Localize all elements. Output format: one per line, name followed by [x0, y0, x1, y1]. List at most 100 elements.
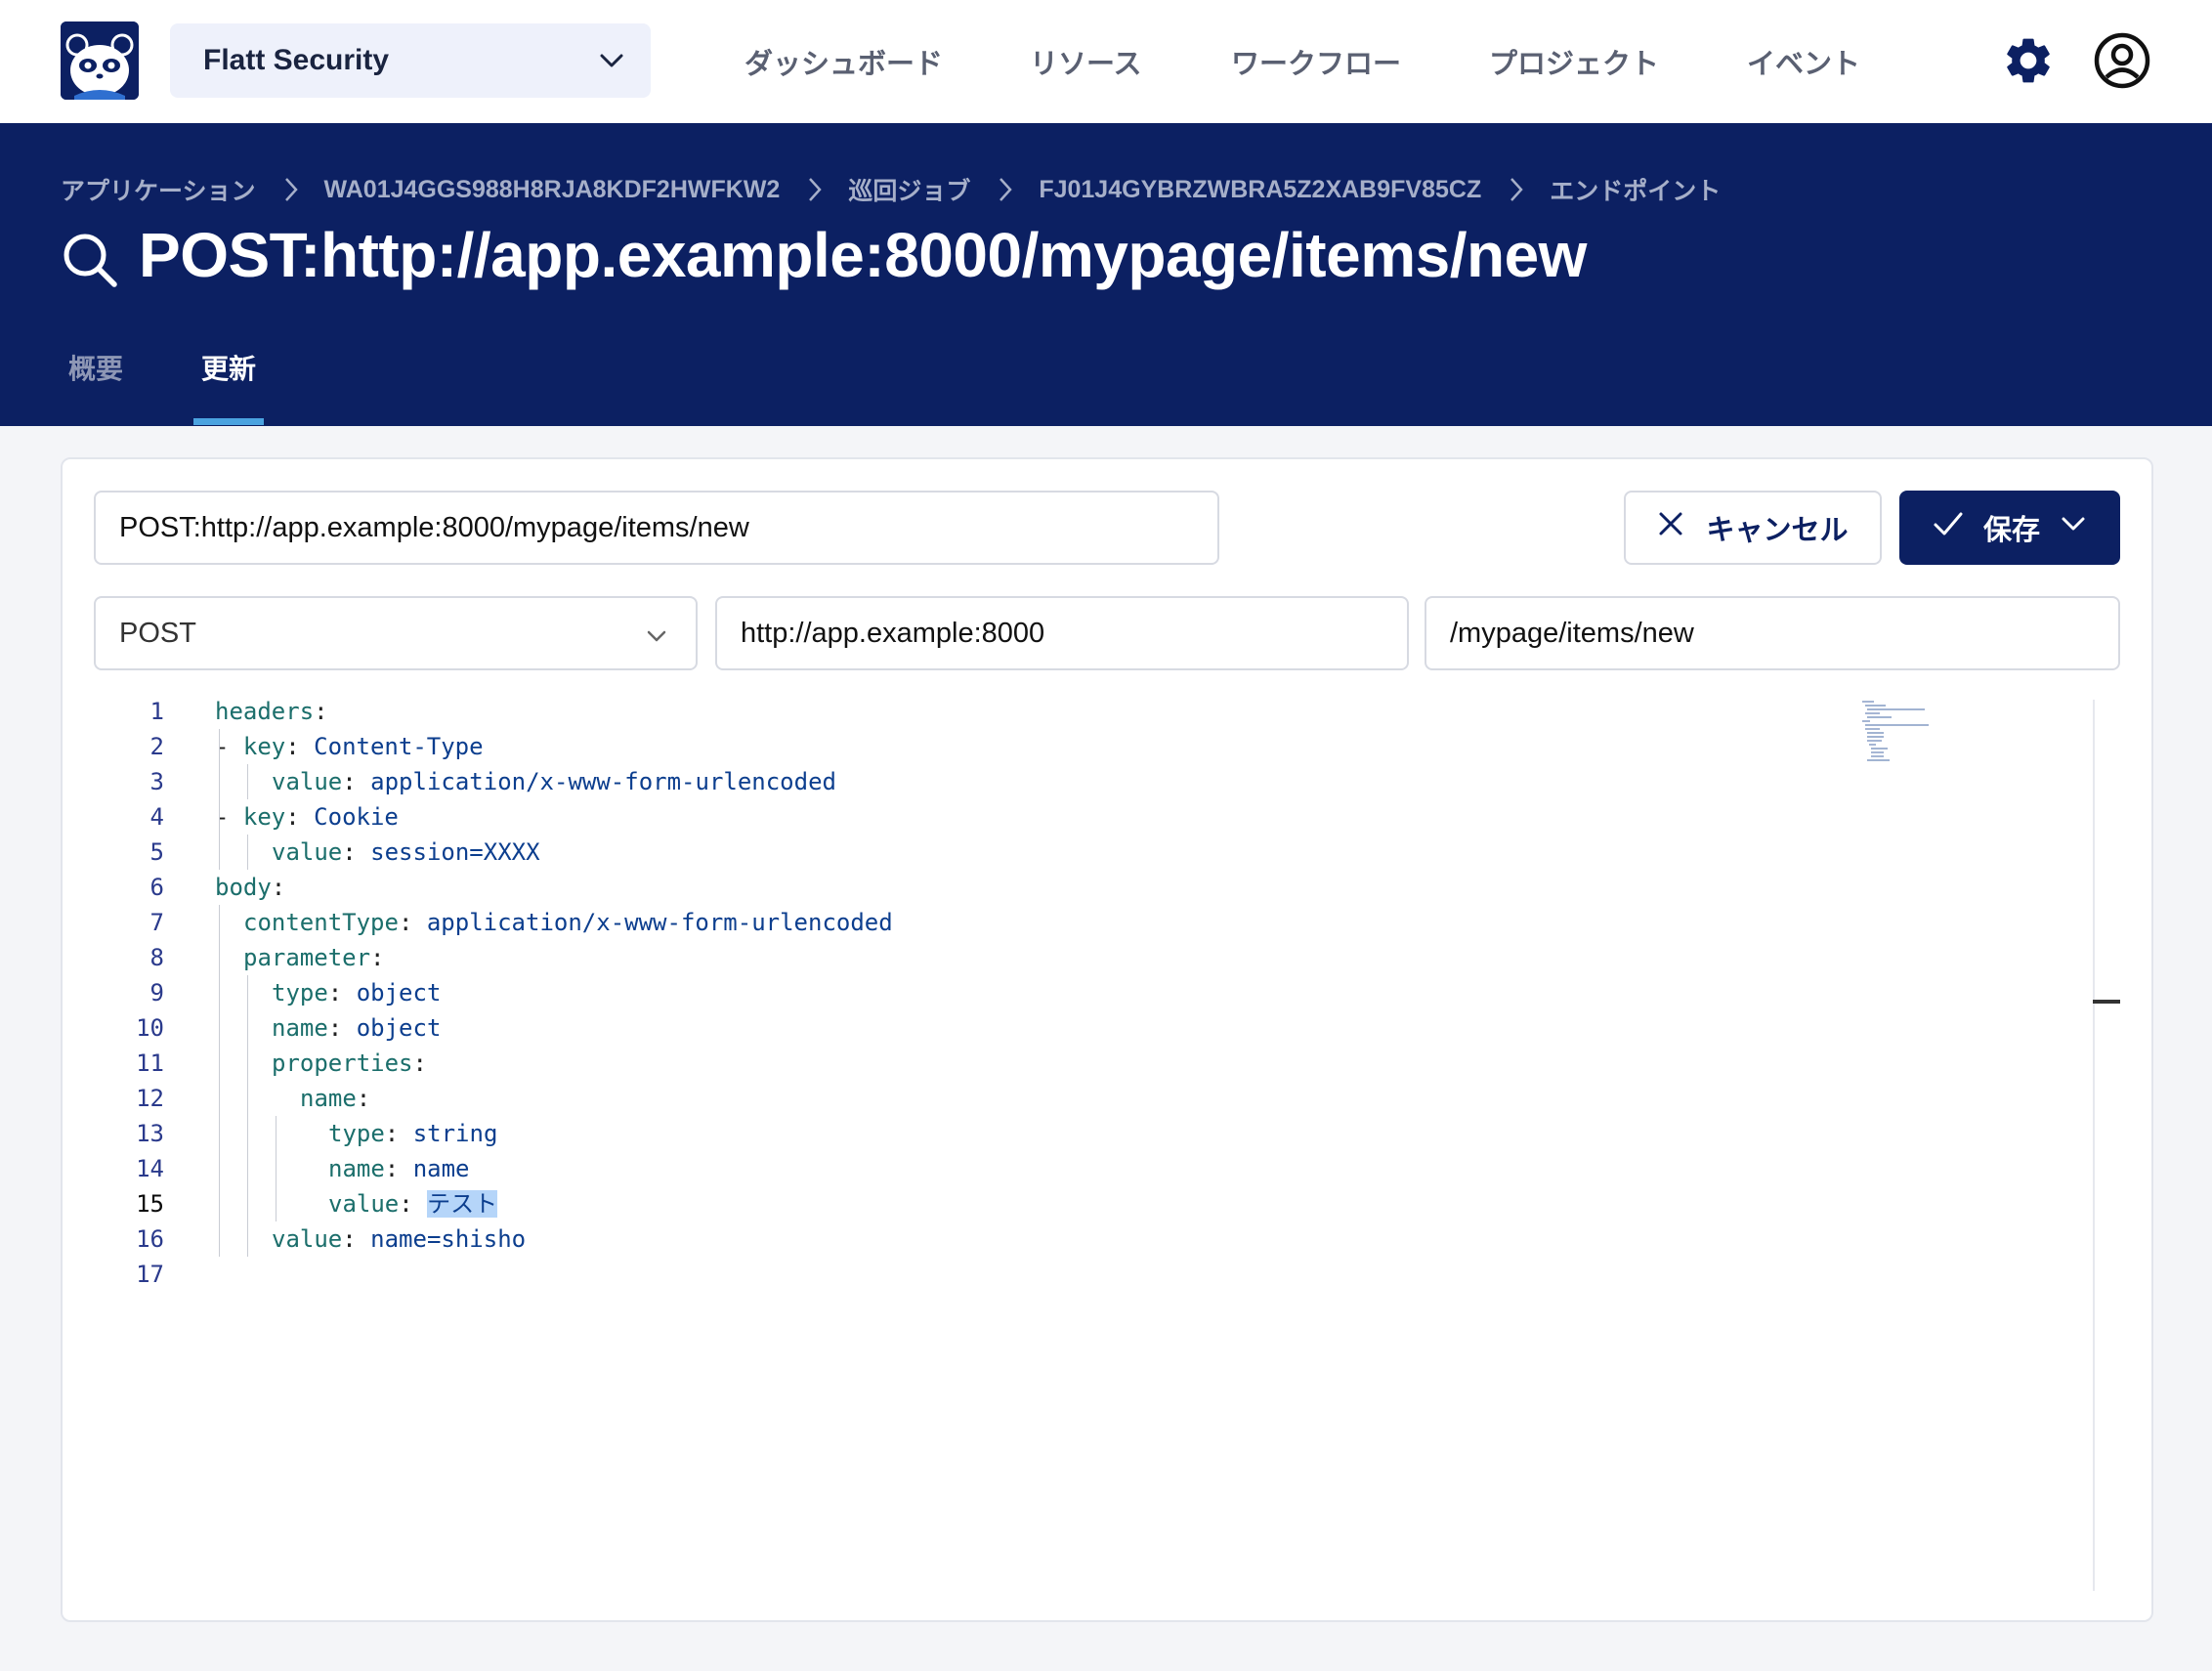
yaml-value: Content-Type: [314, 733, 484, 760]
gear-icon[interactable]: [2001, 33, 2056, 93]
code-line[interactable]: 3 value: application/x-www-form-urlencode…: [94, 764, 1852, 799]
code-text: name: name: [328, 1151, 470, 1186]
editor-cursor-marker: [2093, 1000, 2120, 1004]
active-tab-indicator: [193, 418, 264, 425]
indent-guide: [219, 905, 220, 1257]
breadcrumb-job-id[interactable]: FJ01J4GYBRZWBRA5Z2XAB9FV85CZ: [1039, 176, 1481, 204]
chevron-down-icon[interactable]: [2060, 510, 2087, 545]
yaml-key: body: [215, 874, 272, 901]
code-text: value: name=shisho: [272, 1221, 526, 1257]
yaml-key: name: [328, 1155, 385, 1182]
code-line[interactable]: 13 type: string: [94, 1116, 1852, 1151]
yaml-key: key: [242, 733, 286, 760]
yaml-key: value: [272, 1225, 343, 1253]
code-text: type: string: [328, 1116, 497, 1151]
yaml-colon: :: [399, 1190, 413, 1218]
line-number: 9: [149, 979, 164, 1007]
tab-update[interactable]: 更新: [201, 348, 256, 387]
breadcrumb: アプリケーション WA01J4GGS988H8RJA8KDF2HWFKW2 巡回…: [61, 172, 1721, 207]
line-number: 6: [149, 874, 164, 901]
code-line[interactable]: 7 contentType: application/x-www-form-url…: [94, 905, 1852, 940]
yaml-value: application/x-www-form-urlencoded: [426, 909, 893, 936]
yaml-code-editor[interactable]: 1 headers: 2 - key: Content-Type 3 value: app…: [94, 694, 2093, 1603]
nav-projects[interactable]: プロジェクト: [1489, 41, 1659, 82]
code-line[interactable]: 6 body:: [94, 870, 1852, 905]
line-number: 17: [136, 1261, 164, 1288]
method-select[interactable]: POST: [94, 596, 698, 670]
save-label: 保存: [1982, 515, 2040, 546]
breadcrumb-crawl-jobs[interactable]: 巡回ジョブ: [848, 172, 970, 207]
yaml-value: name=shisho: [370, 1225, 527, 1253]
code-text: properties:: [272, 1046, 427, 1081]
breadcrumb-endpoints[interactable]: エンドポイント: [1550, 172, 1721, 207]
code-line[interactable]: 9 type: object: [94, 975, 1852, 1010]
line-number: 16: [136, 1225, 164, 1253]
code-line[interactable]: 17: [94, 1257, 1852, 1292]
code-text: - key: Content-Type: [215, 729, 484, 764]
organization-select[interactable]: Flatt Security: [170, 23, 651, 98]
line-number: 1: [149, 698, 164, 725]
save-button[interactable]: 保存: [1899, 491, 2120, 565]
cancel-label: キャンセル: [1706, 515, 1849, 546]
user-circle-icon[interactable]: [2093, 31, 2151, 95]
tab-overview[interactable]: 概要: [68, 348, 123, 387]
yaml-colon: :: [314, 698, 328, 725]
panda-logo-icon[interactable]: [61, 21, 139, 100]
yaml-colon: :: [384, 1155, 400, 1182]
yaml-key: value: [272, 838, 343, 866]
code-text: headers:: [215, 694, 328, 729]
code-line[interactable]: 10 name: object: [94, 1010, 1852, 1046]
origin-input[interactable]: [715, 596, 1409, 670]
editor-minimap[interactable]: [1860, 700, 1978, 768]
yaml-key: value: [328, 1190, 400, 1218]
cancel-button[interactable]: キャンセル: [1624, 491, 1882, 565]
code-text: name:: [300, 1081, 370, 1116]
nav-events[interactable]: イベント: [1747, 41, 1860, 82]
yaml-colon: :: [370, 944, 385, 971]
yaml-value: application/x-www-form-urlencoded: [370, 768, 836, 795]
chevron-down-icon: [598, 47, 625, 82]
code-line[interactable]: 2 - key: Content-Type: [94, 729, 1852, 764]
yaml-colon: :: [285, 733, 300, 760]
code-line[interactable]: 1 headers:: [94, 694, 1852, 729]
code-line[interactable]: 5 value: session=XXXX: [94, 835, 1852, 870]
code-line[interactable]: 15 value: テスト: [94, 1186, 1852, 1221]
yaml-colon: :: [285, 803, 300, 831]
code-line[interactable]: 16 value: name=shisho: [94, 1221, 1852, 1257]
yaml-key: name: [300, 1085, 357, 1112]
yaml-key: key: [242, 803, 286, 831]
yaml-value: session=XXXX: [370, 838, 540, 866]
code-line[interactable]: 14 name: name: [94, 1151, 1852, 1186]
top-navigation: Flatt Security ダッシュボード リソース ワークフロー プロジェク…: [0, 0, 2212, 123]
line-number: 14: [136, 1155, 164, 1182]
line-number: 4: [149, 803, 164, 831]
chevron-right-icon: [807, 176, 823, 203]
code-line[interactable]: 11 properties:: [94, 1046, 1852, 1081]
method-value: POST: [119, 617, 196, 649]
nav-dashboard[interactable]: ダッシュボード: [744, 41, 943, 82]
yaml-colon: :: [342, 768, 357, 795]
chevron-right-icon: [998, 176, 1013, 203]
code-line[interactable]: 8 parameter:: [94, 940, 1852, 975]
breadcrumb-application-id[interactable]: WA01J4GGS988H8RJA8KDF2HWFKW2: [324, 176, 781, 204]
endpoint-name-input[interactable]: [94, 491, 1219, 565]
nav-resources[interactable]: リソース: [1030, 41, 1142, 82]
code-line[interactable]: 4 - key: Cookie: [94, 799, 1852, 835]
code-text: parameter:: [243, 940, 385, 975]
nav-workflows[interactable]: ワークフロー: [1231, 41, 1401, 82]
yaml-key: properties: [272, 1050, 413, 1077]
line-number: 3: [149, 768, 164, 795]
code-line[interactable]: 12 name:: [94, 1081, 1852, 1116]
code-text: body:: [215, 870, 285, 905]
check-icon: [1933, 510, 1964, 545]
editor-scrollbar[interactable]: [2093, 700, 2095, 1591]
yaml-colon: :: [356, 1085, 371, 1112]
yaml-value: object: [356, 979, 442, 1007]
breadcrumb-applications[interactable]: アプリケーション: [61, 172, 256, 207]
line-number: 7: [149, 909, 164, 936]
yaml-value: string: [412, 1120, 498, 1147]
indent-guide: [247, 975, 248, 1257]
path-input[interactable]: [1425, 596, 2120, 670]
code-text: value: application/x-www-form-urlencoded: [272, 764, 836, 799]
line-number: 15: [136, 1190, 164, 1218]
